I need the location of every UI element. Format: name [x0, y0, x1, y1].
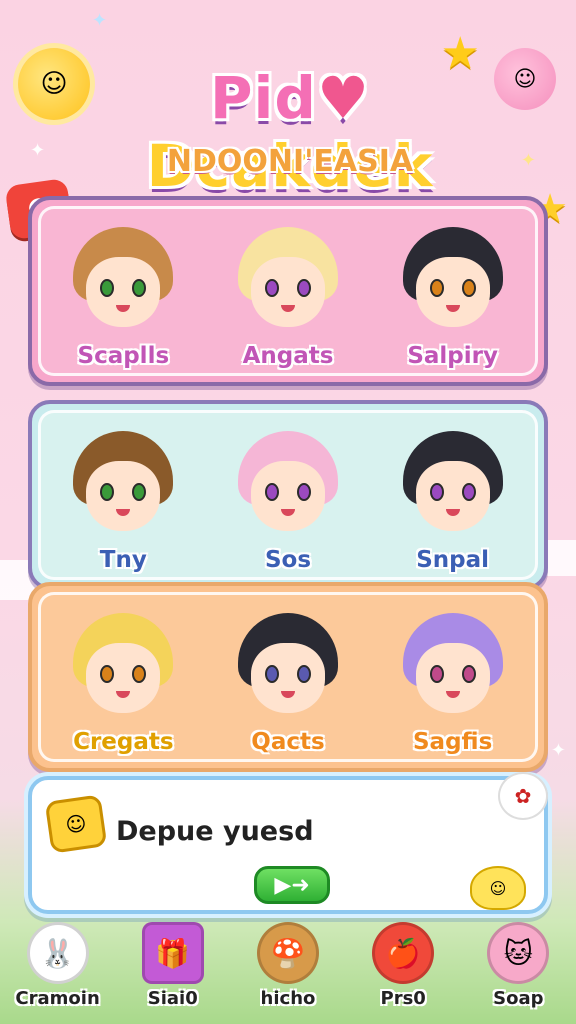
character-name: Scaplls — [77, 343, 170, 369]
sparkle-icon: ✦ — [550, 740, 566, 761]
character-name: Tny — [99, 547, 147, 573]
character-avatar — [395, 223, 511, 339]
game-subtitle: NDOONI'EASIA — [166, 144, 414, 179]
character-face — [86, 643, 161, 713]
character-card[interactable]: Sagfis — [378, 609, 528, 755]
character-card[interactable]: Snpal — [378, 427, 528, 573]
game-title: Pid♥ Dcakdek — [60, 64, 520, 200]
mushroom-icon: 🍄 — [256, 922, 319, 984]
character-face — [250, 461, 325, 531]
nav-label: Prs0 — [380, 988, 426, 1009]
character-card[interactable]: Angats — [213, 223, 363, 369]
apple-icon: 🍎 — [372, 922, 435, 984]
heart-icon: ♥ — [316, 64, 370, 132]
character-face — [415, 643, 490, 713]
character-card[interactable]: Tny — [48, 427, 198, 573]
character-avatar — [65, 609, 181, 725]
gift-icon: 🎁 — [141, 922, 204, 984]
nav-item-soap[interactable]: 🐱 Soap — [463, 922, 573, 1009]
dialog-text: Depue yuesd — [116, 816, 314, 847]
character-card[interactable]: Salpiry — [378, 223, 528, 369]
nav-label: hicho — [260, 988, 316, 1009]
character-face — [86, 257, 161, 327]
pink-cat-icon: 🐱 — [487, 922, 550, 984]
nav-label: Soap — [493, 988, 544, 1009]
nav-item-siai0[interactable]: 🎁 Siai0 — [118, 922, 228, 1009]
character-avatar — [65, 223, 181, 339]
nav-item-cramoin[interactable]: 🐰 Cramoin — [3, 922, 113, 1009]
character-row: Scaplls Angats Salpiry — [38, 206, 538, 376]
character-name: Sagfis — [412, 729, 493, 755]
title-part-1: Pid — [210, 64, 317, 132]
character-card[interactable]: Scaplls — [48, 223, 198, 369]
character-face — [415, 461, 490, 531]
dialog-box: ☺ Depue yuesd ▶➜ ☺ ✿ — [28, 772, 548, 914]
bunny-icon: 🐰 — [26, 922, 89, 984]
toast-mascot-icon: ☺ — [44, 794, 108, 854]
nav-label: Cramoin — [15, 988, 100, 1009]
character-avatar — [230, 427, 346, 543]
character-face — [250, 643, 325, 713]
cat-mascot-icon: ✿ — [498, 772, 548, 820]
character-panel-3: ♥ Cregats Qacts — [28, 582, 548, 772]
character-card[interactable]: Cregats — [48, 609, 198, 755]
character-avatar — [395, 427, 511, 543]
character-name: Angats — [242, 343, 334, 369]
character-avatar — [395, 609, 511, 725]
next-button[interactable]: ▶➜ — [254, 866, 330, 904]
character-row: Cregats Qacts Sagfis — [38, 592, 538, 762]
character-avatar — [230, 609, 346, 725]
character-avatar — [230, 223, 346, 339]
character-face — [415, 257, 490, 327]
nav-item-prs0[interactable]: 🍎 Prs0 — [348, 922, 458, 1009]
nav-item-hicho[interactable]: 🍄 hicho — [233, 922, 343, 1009]
character-name: Qacts — [251, 729, 325, 755]
bottom-nav: 🐰 Cramoin 🎁 Siai0 🍄 hicho 🍎 Prs0 🐱 Soap — [0, 916, 576, 1024]
nav-label: Siai0 — [147, 988, 198, 1009]
character-card[interactable]: Qacts — [213, 609, 363, 755]
character-name: Snpal — [416, 547, 490, 573]
character-avatar — [65, 427, 181, 543]
game-header: ☺ ★ ☺ Pid♥ Dcakdek NDOONI'EASIA — [0, 20, 576, 200]
character-face — [250, 257, 325, 327]
yellow-blob-icon: ☺ — [470, 866, 526, 910]
character-face — [86, 461, 161, 531]
character-name: Cregats — [73, 729, 174, 755]
character-name: Sos — [264, 547, 312, 573]
character-panel-2: ✿ Tny Sos — [28, 400, 548, 590]
character-name: Salpiry — [407, 343, 498, 369]
character-panel-1: Scaplls Angats Salpiry — [28, 196, 548, 386]
next-arrow-icon: ▶➜ — [274, 872, 310, 898]
character-row: Tny Sos Snpal — [38, 410, 538, 580]
character-card[interactable]: Sos — [213, 427, 363, 573]
